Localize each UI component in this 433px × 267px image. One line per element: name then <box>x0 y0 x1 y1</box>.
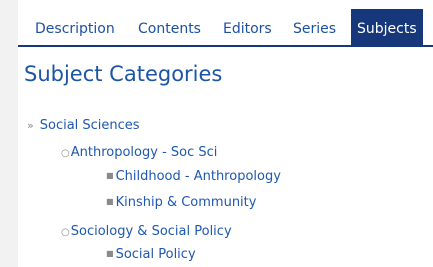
subject-label: Social Sciences <box>39 118 140 133</box>
subject-label: Childhood - Anthropology <box>115 169 281 184</box>
page-title: Subject Categories <box>24 62 223 86</box>
subject-childhood[interactable]: ■ Childhood - Anthropology <box>106 169 281 184</box>
subject-label: Anthropology - Soc Sci <box>70 145 218 160</box>
subject-anthropology[interactable]: ○Anthropology - Soc Sci <box>61 145 217 160</box>
circle-bullet-icon: ○ <box>61 227 70 238</box>
square-bullet-icon: ■ <box>106 197 114 206</box>
square-bullet-icon: ■ <box>106 249 114 258</box>
tab-subjects[interactable]: Subjects <box>351 9 423 45</box>
tab-bar: Description Contents Editors Series Subj… <box>18 9 433 47</box>
square-bullet-icon: ■ <box>106 171 114 180</box>
tab-description[interactable]: Description <box>35 9 115 45</box>
subject-social-sciences[interactable]: » Social Sciences <box>27 118 140 133</box>
subject-label: Sociology & Social Policy <box>70 224 232 239</box>
content-panel: Description Contents Editors Series Subj… <box>18 0 433 267</box>
tab-contents[interactable]: Contents <box>138 9 201 45</box>
subject-label: Kinship & Community <box>115 195 257 210</box>
double-chevron-right-icon: » <box>27 119 34 132</box>
subject-kinship[interactable]: ■ Kinship & Community <box>106 195 256 210</box>
subject-label: Social Policy <box>115 247 196 262</box>
subject-sociology[interactable]: ○Sociology & Social Policy <box>61 224 232 239</box>
tab-series[interactable]: Series <box>293 9 336 45</box>
tab-editors[interactable]: Editors <box>223 9 272 45</box>
subject-social-policy[interactable]: ■ Social Policy <box>106 247 196 262</box>
circle-bullet-icon: ○ <box>61 148 70 159</box>
